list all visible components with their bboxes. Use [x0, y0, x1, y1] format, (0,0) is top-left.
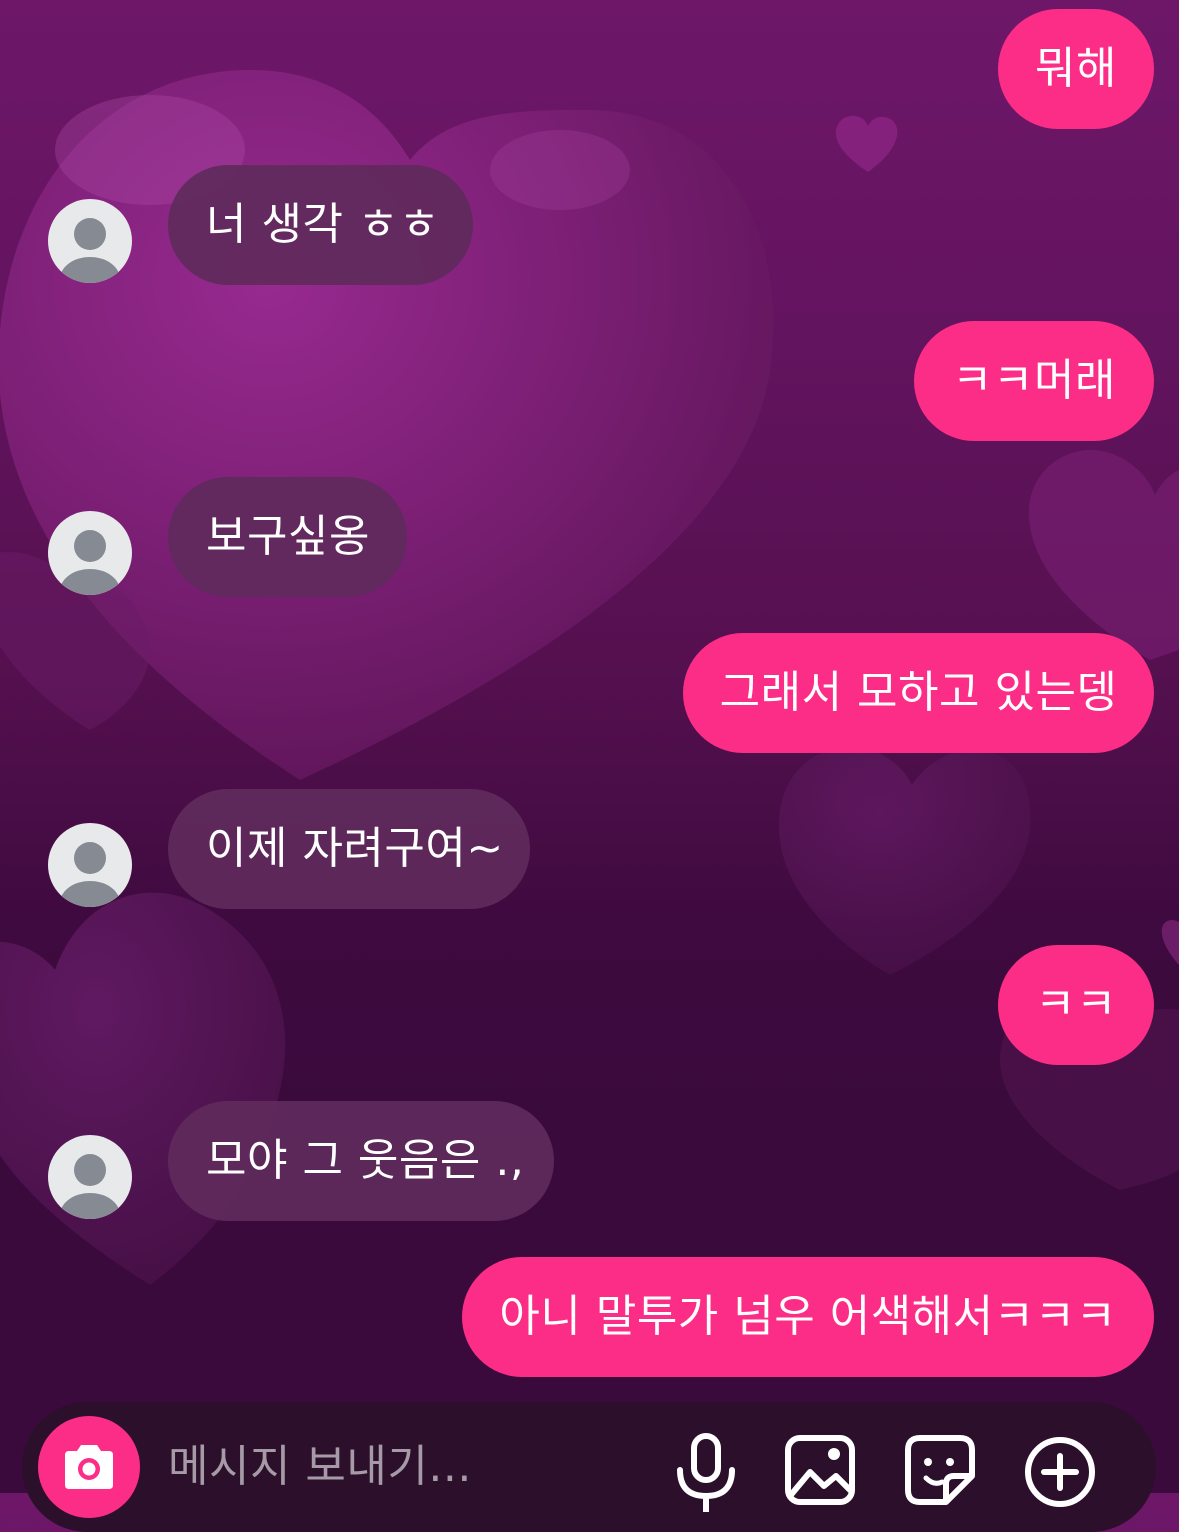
microphone-icon — [677, 1433, 735, 1512]
message-row-outgoing: 뭐해 — [0, 9, 1179, 129]
message-row-outgoing: 그래서 모하고 있는뎅 — [0, 633, 1179, 753]
microphone-button[interactable] — [668, 1432, 744, 1512]
camera-button[interactable] — [38, 1416, 140, 1518]
incoming-message-bubble[interactable]: 너 생각 ㅎㅎ — [168, 165, 473, 285]
message-row-outgoing: ㅋㅋ — [0, 945, 1179, 1065]
gallery-icon — [785, 1435, 855, 1505]
message-row-outgoing: 아니 말투가 넘우 어색해서ㅋㅋㅋ — [0, 1257, 1179, 1377]
avatar[interactable] — [48, 511, 132, 595]
default-user-icon — [60, 530, 120, 595]
outgoing-message-bubble[interactable]: ㅋㅋ — [998, 945, 1154, 1065]
message-composer — [22, 1402, 1156, 1532]
avatar[interactable] — [48, 1135, 132, 1219]
gallery-button[interactable] — [782, 1432, 858, 1512]
plus-circle-icon — [1025, 1437, 1095, 1507]
plus-button[interactable] — [1022, 1432, 1098, 1512]
avatar[interactable] — [48, 823, 132, 907]
incoming-message-bubble[interactable]: 모야 그 웃음은 ., — [168, 1101, 554, 1221]
outgoing-message-bubble[interactable]: 아니 말투가 넘우 어색해서ㅋㅋㅋ — [462, 1257, 1154, 1377]
default-user-icon — [60, 842, 120, 907]
message-row-incoming: 너 생각 ㅎㅎ — [0, 165, 1179, 285]
message-row-incoming: 모야 그 웃음은 ., — [0, 1101, 1179, 1221]
default-user-icon — [60, 1154, 120, 1219]
message-row-incoming: 이제 자려구여~ — [0, 789, 1179, 909]
camera-icon — [65, 1445, 113, 1489]
incoming-message-bubble[interactable]: 이제 자려구여~ — [168, 789, 530, 909]
message-row-incoming: 보구싶옹 — [0, 477, 1179, 597]
default-user-icon — [60, 218, 120, 283]
incoming-message-bubble[interactable]: 보구싶옹 — [168, 477, 407, 597]
message-row-outgoing: ㅋㅋ머래 — [0, 321, 1179, 441]
outgoing-message-bubble[interactable]: 뭐해 — [998, 9, 1154, 129]
outgoing-message-bubble[interactable]: 그래서 모하고 있는뎅 — [683, 633, 1154, 753]
outgoing-message-bubble[interactable]: ㅋㅋ머래 — [914, 321, 1154, 441]
sticker-icon — [905, 1435, 975, 1505]
message-input[interactable] — [168, 1436, 648, 1496]
avatar[interactable] — [48, 199, 132, 283]
sticker-button[interactable] — [902, 1432, 978, 1512]
